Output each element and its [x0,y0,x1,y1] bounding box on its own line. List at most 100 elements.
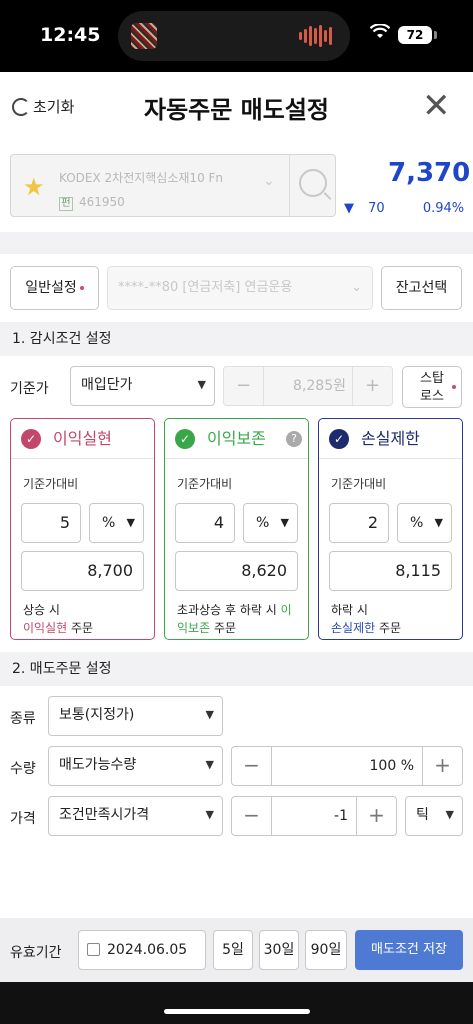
close-icon[interactable]: ✕ [422,88,451,124]
quantity-stepper: − 100 % + [231,746,463,786]
unit-value: % [410,515,424,531]
price-type-value: 조건만족시가격 [59,807,150,823]
battery-tip [434,31,437,39]
dropdown-arrow-icon: ▼ [205,708,214,721]
stock-selector[interactable]: ★ KODEX 2차전지핵심소재10 Fn 펀 461950 ⌄ [10,154,336,217]
fund-badge: 펀 [59,197,73,211]
dynamic-island [118,11,350,61]
down-arrow-icon: ▼ [344,201,354,216]
base-price-select[interactable]: 매입단가 ▼ [70,366,215,406]
page-title: 자동주문 매도설정 [144,96,329,124]
indicator-dot [452,385,456,389]
dropdown-arrow-icon: ▼ [126,516,135,529]
dropdown-arrow-icon: ▼ [197,378,206,391]
minus-icon[interactable]: − [232,797,272,835]
profit-preserve-unit-select[interactable]: % ▼ [243,503,298,543]
stop-loss-card: ✓ 손실제한 기준가대비 2 % ▼ 8,115 하락 시 손실제한 주문 [318,418,463,640]
validity-date-input[interactable]: 2024.06.05 [78,930,206,970]
desc-line: 하락 시 [331,603,368,617]
stock-name: KODEX 2차전지핵심소재10 Fn [59,171,224,185]
validity-label: 유효기간 [10,945,62,961]
base-price-value: 8,285원 [293,378,346,394]
wifi-icon [369,23,391,44]
indicator-dot [79,286,84,290]
profit-preserve-title[interactable]: ✓ 이익보존 ? [165,419,308,459]
take-profit-percent-input[interactable]: 5 [21,503,81,543]
check-circle-icon: ✓ [21,429,41,449]
ninety-day-button[interactable]: 90일 [305,930,347,970]
thirty-day-button[interactable]: 30일 [259,930,299,970]
base-price-select-value: 매입단가 [81,377,133,393]
dropdown-arrow-icon: ▼ [205,808,214,821]
quantity-label: 수량 [10,761,36,777]
plus-icon[interactable]: + [422,747,462,785]
quantity-value[interactable]: 100 % [272,747,422,785]
stop-loss-title[interactable]: ✓ 손실제한 [319,419,462,459]
home-indicator[interactable] [164,1009,310,1014]
status-bar: 12:45 72 [0,0,473,72]
order-type-label: 종류 [10,711,36,727]
stop-loss-label-2: 로스 [420,389,444,404]
star-icon[interactable]: ★ [23,173,45,201]
stock-code: 461950 [79,195,125,209]
price-offset-value[interactable]: -1 [272,797,356,835]
desc-highlight: 익보존 [177,621,211,635]
order-type-select[interactable]: 보통(지정가) ▼ [48,696,223,736]
take-profit-unit-select[interactable]: % ▼ [89,503,144,543]
save-sell-condition-button[interactable]: 매도조건 저장 [355,930,463,970]
stop-loss-price-input[interactable]: 8,115 [329,551,452,591]
validity-date: 2024.06.05 [107,942,188,958]
section-title-sell: 2. 매도주문 설정 [0,652,473,686]
base-price-stepper: − 8,285원 + [223,366,393,406]
stock-code-row: 펀 461950 [59,195,125,211]
stop-loss-unit-select[interactable]: % ▼ [397,503,452,543]
dropdown-arrow-icon: ▼ [205,758,214,771]
minus-icon[interactable]: − [232,747,272,785]
stop-loss-button[interactable]: 스탑 로스 [402,366,462,408]
stop-loss-percent-input[interactable]: 2 [329,503,389,543]
check-circle-icon: ✓ [175,429,195,449]
account-value: ****-**80 [연금저축] 연금운용 [118,280,293,295]
general-settings-button[interactable]: 일반설정 [10,266,99,310]
take-profit-card: ✓ 이익실현 기준가대비 5 % ▼ 8,700 상승 시 이익실현 주문 [10,418,155,640]
card-subtitle: 기준가대비 [23,477,79,491]
stop-loss-description: 하락 시 손실제한 주문 [331,601,401,637]
price-change: ▼ 70 0.94% [344,201,464,216]
desc-tail: 주문 [67,621,94,635]
home-indicator-bar [0,982,473,1024]
dropdown-arrow-icon: ▼ [434,516,443,529]
quantity-select[interactable]: 매도가능수량 ▼ [48,746,223,786]
order-type-value: 보통(지정가) [59,707,135,723]
take-profit-title[interactable]: ✓ 이익실현 [11,419,154,459]
tick-unit-value: 틱 [416,807,429,823]
price-stepper: − -1 + [231,796,397,836]
profit-preserve-label: 이익보존 [207,429,266,448]
chevron-down-icon[interactable]: ⌄ [263,173,275,189]
take-profit-price-input[interactable]: 8,700 [21,551,144,591]
dropdown-arrow-icon: ▼ [445,808,454,821]
desc-line: 초과상승 후 하락 시 [177,603,277,617]
desc-highlight: 이익실현 [23,621,68,635]
general-settings-label: 일반설정 [25,280,77,296]
price-type-select[interactable]: 조건만족시가격 ▼ [48,796,223,836]
profit-preserve-percent-input[interactable]: 4 [175,503,235,543]
account-select[interactable]: ****-**80 [연금저축] 연금운용 ⌄ [107,266,373,310]
card-subtitle: 기준가대비 [331,477,387,491]
help-icon[interactable]: ? [286,431,302,447]
change-rate: 0.94% [422,201,465,216]
balance-select-button[interactable]: 잔고선택 [381,266,462,310]
tick-unit-select[interactable]: 틱 ▼ [405,796,463,836]
desc-tail: 주문 [210,621,237,635]
divider-band [0,232,473,254]
desc-highlight: 이 [280,603,292,617]
profit-preserve-price-input[interactable]: 8,620 [175,551,298,591]
dropdown-arrow-icon: ▼ [280,516,289,529]
plus-icon[interactable]: + [356,797,396,835]
profit-preserve-description: 초과상승 후 하락 시 이 익보존 주문 [177,601,292,637]
section-title-monitor: 1. 감시조건 설정 [0,322,473,356]
divider [289,155,290,216]
status-time: 12:45 [40,24,101,46]
base-price-label: 기준가 [10,381,49,397]
five-day-button[interactable]: 5일 [213,930,253,970]
change-value: 70 [368,201,385,216]
